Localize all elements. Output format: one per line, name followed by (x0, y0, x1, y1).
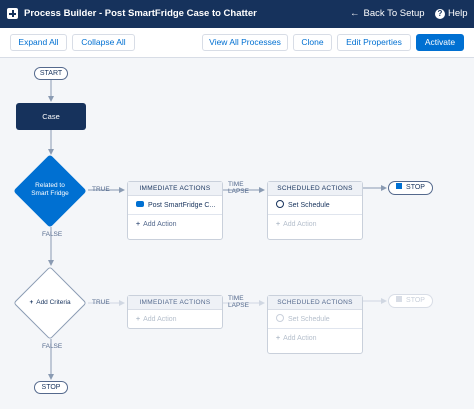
arrow-left-icon: ← (350, 8, 360, 19)
collapse-all-button[interactable]: Collapse All (72, 34, 135, 51)
add-criteria-text: Add Criteria (36, 299, 71, 306)
stop-node-final: STOP (34, 381, 68, 394)
page-title: Process Builder - Post SmartFridge Case … (24, 8, 257, 19)
time-lapse-2-line1: TIME (228, 295, 244, 302)
add-scheduled-action-button[interactable]: + Add Action (268, 215, 362, 234)
criteria-1-label: Related to Smart Fridge (22, 182, 78, 198)
object-node-case[interactable]: Case (16, 103, 86, 130)
set-schedule-button-2[interactable]: Set Schedule (268, 310, 362, 329)
scheduled-actions-header-2: SCHEDULED ACTIONS (268, 296, 362, 310)
set-schedule-button[interactable]: Set Schedule (268, 196, 362, 215)
time-lapse-label-1: TIME LAPSE (228, 181, 249, 195)
back-to-setup-label: Back To Setup (363, 8, 425, 19)
clone-button[interactable]: Clone (293, 34, 332, 51)
time-lapse-1-line2: LAPSE (228, 188, 249, 195)
help-link[interactable]: ? Help (435, 8, 468, 19)
plus-icon: + (29, 299, 34, 306)
toolbar: Expand All Collapse All View All Process… (0, 28, 474, 58)
stop-2-label: STOP (406, 297, 425, 304)
edit-properties-button[interactable]: Edit Properties (337, 34, 411, 51)
add-action-button[interactable]: + Add Action (128, 215, 222, 234)
activate-button[interactable]: Activate (416, 34, 464, 51)
clock-icon (276, 200, 284, 209)
criteria-1-label-line2: Smart Fridge (31, 190, 69, 197)
action-post-smartfridge[interactable]: Post SmartFridge C... (128, 196, 222, 215)
app-header: Process Builder - Post SmartFridge Case … (0, 0, 474, 28)
help-label: Help (448, 8, 468, 19)
start-node: START (34, 67, 68, 80)
stop-1-label: STOP (406, 184, 425, 191)
scheduled-actions-panel-2: SCHEDULED ACTIONS Set Schedule + Add Acti… (267, 295, 363, 354)
process-canvas: START Case Related to Smart Fridge TRUE … (0, 59, 474, 409)
help-icon: ? (435, 9, 445, 19)
criteria-1-true-label: TRUE (92, 186, 110, 193)
stop-node-2: STOP (388, 294, 433, 308)
set-schedule-label-2: Set Schedule (288, 316, 330, 323)
scheduled-actions-panel-1: SCHEDULED ACTIONS Set Schedule + Add Acti… (267, 181, 363, 240)
stop-icon (396, 183, 403, 190)
plus-icon: + (276, 335, 281, 342)
add-scheduled-action-button-2[interactable]: + Add Action (268, 329, 362, 348)
add-action-label: Add Action (143, 221, 177, 228)
back-to-setup-link[interactable]: ← Back To Setup (350, 8, 425, 19)
time-lapse-label-2: TIME LAPSE (228, 295, 249, 309)
add-scheduled-action-label-2: Add Action (283, 335, 317, 342)
view-all-processes-button[interactable]: View All Processes (202, 34, 288, 51)
plus-icon: + (136, 221, 141, 228)
immediate-actions-panel-1: IMMEDIATE ACTIONS Post SmartFridge C... … (127, 181, 223, 240)
chatter-post-icon (136, 201, 144, 208)
expand-all-button[interactable]: Expand All (10, 34, 67, 51)
immediate-actions-header-2: IMMEDIATE ACTIONS (128, 296, 222, 310)
immediate-actions-panel-2: IMMEDIATE ACTIONS + Add Action (127, 295, 223, 329)
criteria-1-label-line1: Related to (35, 182, 65, 189)
time-lapse-1-line1: TIME (228, 181, 244, 188)
stop-icon (396, 296, 403, 303)
criteria-2-false-label: FALSE (42, 343, 63, 350)
action-post-smartfridge-label: Post SmartFridge C... (148, 202, 216, 209)
time-lapse-2-line2: LAPSE (228, 302, 249, 309)
immediate-actions-header: IMMEDIATE ACTIONS (128, 182, 222, 196)
plus-icon: + (276, 221, 281, 228)
add-criteria-label[interactable]: + Add Criteria (22, 299, 78, 307)
add-scheduled-action-label: Add Action (283, 221, 317, 228)
stop-node-1: STOP (388, 181, 433, 195)
scheduled-actions-header: SCHEDULED ACTIONS (268, 182, 362, 196)
add-action-label-2: Add Action (143, 316, 177, 323)
plus-icon: + (136, 316, 141, 323)
process-builder-icon (7, 8, 18, 19)
criteria-2-true-label: TRUE (92, 299, 110, 306)
criteria-1-false-label: FALSE (42, 231, 63, 238)
add-action-button-2[interactable]: + Add Action (128, 310, 222, 329)
set-schedule-label: Set Schedule (288, 202, 330, 209)
clock-icon (276, 314, 284, 323)
